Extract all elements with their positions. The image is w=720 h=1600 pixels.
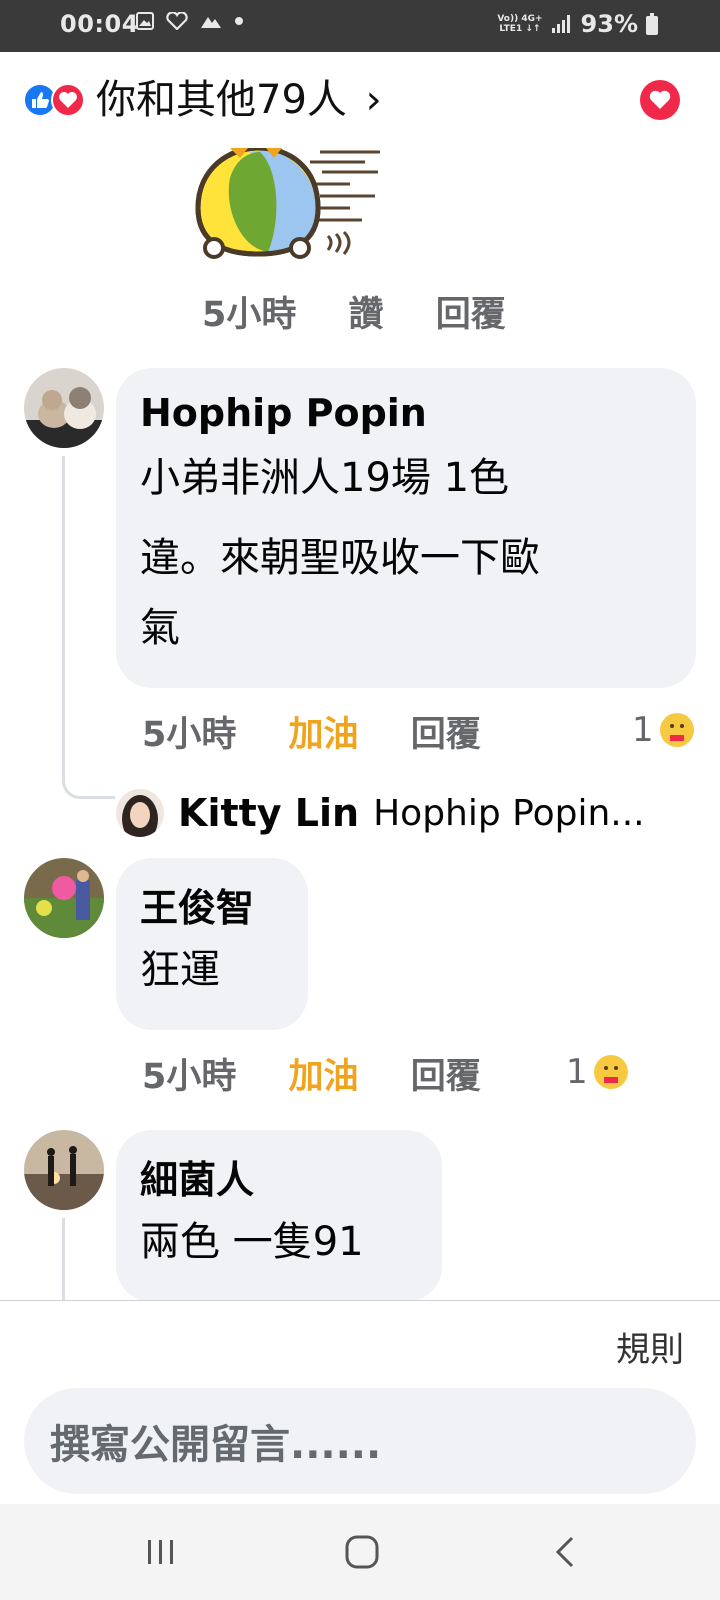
reply-preview[interactable]: Kitty Lin Hophip Popin... — [116, 788, 645, 838]
comment-input[interactable]: 撰寫公開留言...... — [24, 1388, 696, 1494]
status-time: 00:04 — [60, 10, 139, 38]
reaction-button[interactable]: 加油 — [289, 715, 359, 755]
heart-pulse-icon — [166, 12, 188, 30]
thread-line — [62, 456, 115, 799]
comment-text-line: 小弟非洲人19場 1色 — [140, 455, 510, 501]
comment-time: 5小時 — [142, 715, 237, 755]
commenter-name[interactable]: 細菌人 — [140, 1150, 364, 1210]
comment-text-line: 兩色 一隻91 — [140, 1219, 364, 1265]
system-navigation-bar — [0, 1504, 720, 1600]
comment-actions: 5小時 加油 回覆 — [142, 706, 481, 757]
recent-apps-icon[interactable] — [142, 1532, 182, 1572]
divider — [0, 1300, 720, 1301]
sunset-couple-avatar-image — [24, 1130, 104, 1210]
heart-icon — [649, 90, 671, 109]
back-icon[interactable] — [546, 1532, 586, 1572]
rules-link[interactable]: 規則 — [616, 1322, 684, 1371]
market-avatar-image — [24, 858, 104, 938]
comment-time: 5小時 — [142, 1057, 237, 1097]
reaction-count[interactable]: 1 — [632, 710, 694, 750]
avatar[interactable] — [24, 1130, 104, 1210]
avatar[interactable] — [24, 368, 104, 448]
commenter-name[interactable]: 王俊智 — [140, 878, 254, 938]
network-bottom: LTE1 ↓↑ — [499, 24, 541, 34]
comment-text-line: 狂運 — [140, 947, 220, 993]
care-emoji-icon — [659, 713, 694, 747]
cats-avatar-image — [24, 368, 104, 448]
reaction-count-number: 1 — [566, 1052, 588, 1092]
reactions-summary[interactable]: 你和其他79人 › — [96, 72, 382, 128]
comment-bubble[interactable]: 細菌人 兩色 一隻91 — [116, 1130, 442, 1302]
reactions-summary-text: 你和其他79人 — [96, 77, 347, 123]
reaction-button[interactable]: 加油 — [289, 1057, 359, 1097]
mountain-icon — [201, 17, 221, 28]
battery-icon — [646, 13, 658, 35]
commenter-name[interactable]: Hophip Popin — [140, 388, 540, 438]
chevron-right-icon: › — [365, 77, 382, 123]
care-emoji-icon — [593, 1055, 628, 1089]
comment-time: 5小時 — [202, 295, 297, 335]
comment-bubble[interactable]: 王俊智 狂運 — [116, 858, 308, 1030]
comment-input-placeholder: 撰寫公開留言...... — [50, 1422, 382, 1468]
sticker-image — [195, 148, 380, 259]
comment-text-line: 違。來朝聖吸收一下歐 — [140, 535, 540, 581]
reply-preview-text: Hophip Popin... — [373, 792, 645, 834]
reactions-header[interactable]: 你和其他79人 › — [0, 52, 720, 148]
comment-text-line: 氣 — [140, 605, 180, 651]
avatar[interactable] — [24, 858, 104, 938]
avatar — [116, 789, 164, 837]
reply-author-name: Kitty Lin — [178, 791, 360, 835]
battery-percent: 93% — [580, 10, 638, 38]
like-button[interactable]: 讚 — [349, 295, 384, 335]
reaction-count[interactable]: 1 — [566, 1052, 628, 1092]
reply-button[interactable]: 回覆 — [411, 715, 481, 755]
love-reaction-button[interactable] — [640, 80, 680, 120]
love-icon — [51, 83, 85, 117]
reply-button[interactable]: 回覆 — [411, 1057, 481, 1097]
status-bar: 00:04 Vo)) 4G+ LTE1 ↓↑ 93% — [0, 0, 720, 52]
thread-line — [62, 1218, 65, 1300]
reaction-count-number: 1 — [632, 710, 654, 750]
comment-bubble[interactable]: Hophip Popin 小弟非洲人19場 1色 違。來朝聖吸收一下歐 氣 — [116, 368, 696, 688]
comment-actions: 5小時 加油 回覆 — [142, 1048, 481, 1099]
home-icon[interactable] — [342, 1532, 382, 1572]
network-top: Vo)) 4G+ — [497, 14, 543, 24]
sticker-meta: 5小時 讚 回覆 — [202, 286, 506, 337]
gallery-icon — [136, 12, 154, 30]
signal-icon — [551, 15, 570, 33]
dot-icon — [235, 17, 243, 25]
reply-button[interactable]: 回覆 — [436, 295, 506, 335]
woman-avatar-image — [116, 789, 164, 837]
